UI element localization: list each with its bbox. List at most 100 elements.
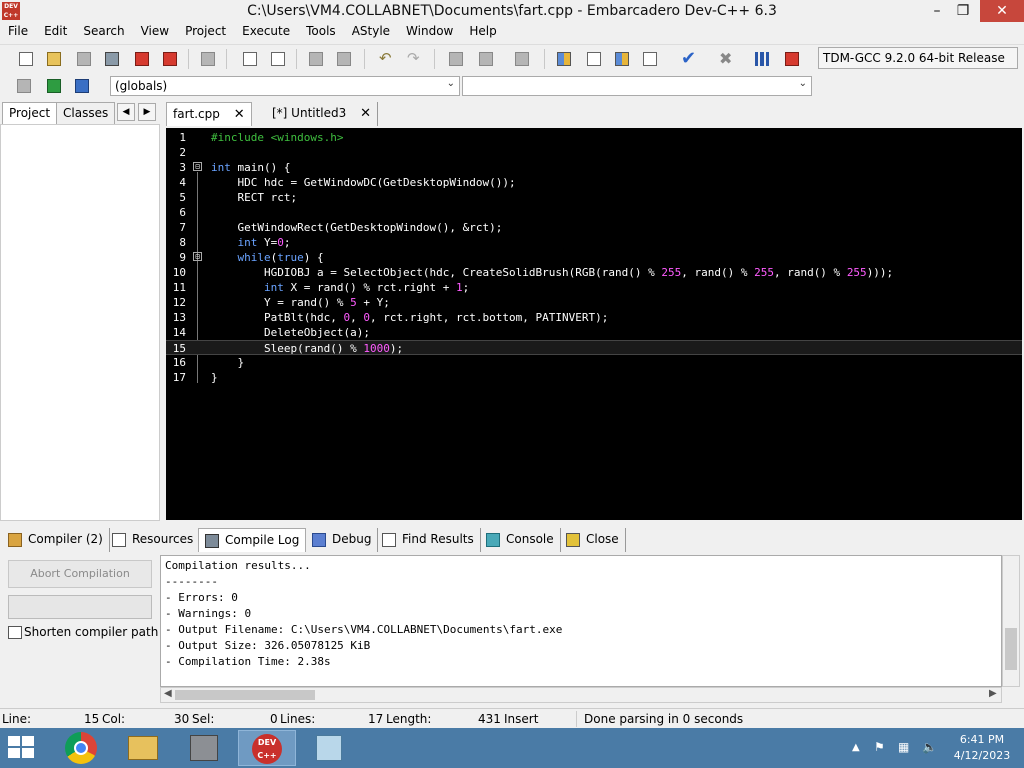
info-button[interactable]: [72, 76, 92, 96]
code-line[interactable]: 4 HDC hdc = GetWindowDC(GetDesktopWindow…: [166, 175, 1022, 190]
code-line[interactable]: 5 RECT rct;: [166, 190, 1022, 205]
project-panel[interactable]: [0, 124, 160, 521]
clock[interactable]: 6:41 PM 4/12/2023: [944, 732, 1020, 764]
menu-execute[interactable]: Execute: [234, 22, 298, 42]
tab-find-results[interactable]: Find Results: [376, 528, 481, 552]
tab-compiler[interactable]: Compiler (2): [2, 528, 110, 552]
maximize-button[interactable]: ❐: [946, 0, 980, 22]
devcpp-taskbar-button[interactable]: DEV C++: [238, 730, 296, 766]
goto-bookmark-button[interactable]: [476, 49, 496, 69]
menu-help[interactable]: Help: [461, 22, 504, 42]
menu-astyle[interactable]: AStyle: [344, 22, 398, 42]
find-button[interactable]: [240, 49, 260, 69]
save-all-button[interactable]: [102, 49, 122, 69]
code-line[interactable]: 12 Y = rand() % 5 + Y;: [166, 295, 1022, 310]
tab-next-button[interactable]: ▶: [138, 103, 156, 121]
editor-tab-untitled3[interactable]: [*] Untitled3 ✕: [266, 102, 379, 126]
class-browser-button[interactable]: [612, 49, 632, 69]
shorten-paths-checkbox[interactable]: [8, 626, 22, 639]
debug-run-button[interactable]: [782, 49, 802, 69]
flag-icon[interactable]: ⚑: [874, 740, 885, 754]
scroll-right-icon[interactable]: ▶: [989, 688, 997, 699]
code-line[interactable]: 3 ⊟ int main() {: [166, 160, 1022, 175]
scope-select[interactable]: (globals) ⌄: [110, 76, 460, 96]
indent-button[interactable]: [306, 49, 326, 69]
code-line[interactable]: 17}: [166, 370, 1022, 385]
code-line[interactable]: 10 HGDIOBJ a = SelectObject(hdc, CreateS…: [166, 265, 1022, 280]
menu-search[interactable]: Search: [75, 22, 132, 42]
new-project-button[interactable]: [554, 49, 574, 69]
compiler-select[interactable]: TDM-GCC 9.2.0 64-bit Release: [818, 47, 1018, 69]
tab-debug[interactable]: Debug: [306, 528, 379, 552]
member-select[interactable]: ⌄: [462, 76, 812, 96]
scrollbar-thumb[interactable]: [1005, 628, 1017, 670]
tab-resources[interactable]: Resources: [106, 528, 201, 552]
redo-button[interactable]: ↷: [404, 49, 424, 69]
insert-button[interactable]: [14, 76, 34, 96]
tab-compile-log[interactable]: Compile Log: [198, 528, 307, 552]
notepad-taskbar-button[interactable]: [300, 730, 358, 766]
menu-file[interactable]: File: [0, 22, 36, 42]
unindent-button[interactable]: [334, 49, 354, 69]
editor-tab-fart-cpp[interactable]: fart.cpp ✕: [166, 102, 252, 126]
tab-prev-button[interactable]: ◀: [117, 103, 135, 121]
code-line[interactable]: 15 Sleep(rand() % 1000);: [166, 340, 1022, 355]
tab-classes[interactable]: Classes: [56, 102, 116, 124]
code-token: )));: [866, 266, 894, 279]
chrome-icon-center: [74, 741, 88, 755]
abort-compilation-button[interactable]: Abort Compilation: [8, 560, 152, 588]
installer-taskbar-button[interactable]: [176, 730, 234, 766]
close-all-button[interactable]: [160, 49, 180, 69]
goto-line-button[interactable]: [512, 49, 532, 69]
close-file-button[interactable]: [132, 49, 152, 69]
profile-button[interactable]: [752, 49, 772, 69]
layout-button[interactable]: [584, 49, 604, 69]
explorer-taskbar-button[interactable]: [114, 730, 172, 766]
undo-button[interactable]: ↶: [376, 49, 396, 69]
tab-project[interactable]: Project: [2, 102, 58, 124]
replace-button[interactable]: [268, 49, 288, 69]
fold-toggle-icon[interactable]: ⊟: [193, 252, 202, 261]
chrome-taskbar-button[interactable]: [52, 730, 110, 766]
open-button[interactable]: [44, 49, 64, 69]
new-file-button[interactable]: [16, 49, 36, 69]
syntax-check-button[interactable]: ✔: [678, 49, 698, 69]
code-line[interactable]: 2: [166, 145, 1022, 160]
fold-toggle-icon[interactable]: ⊟: [193, 162, 202, 171]
stop-button[interactable]: ✖: [716, 49, 736, 69]
menu-edit[interactable]: Edit: [36, 22, 75, 42]
code-line[interactable]: 9 ⊟ while(true) {: [166, 250, 1022, 265]
tab-console[interactable]: Console: [480, 528, 561, 552]
menu-tools[interactable]: Tools: [298, 22, 344, 42]
code-line[interactable]: 16 }: [166, 355, 1022, 370]
close-window-button[interactable]: ✕: [980, 0, 1024, 22]
close-tab-icon[interactable]: ✕: [234, 107, 245, 122]
print-button[interactable]: [198, 49, 218, 69]
log-horizontal-scrollbar[interactable]: ◀ ▶: [160, 687, 1002, 703]
compile-log-output[interactable]: Compilation results... -------- - Errors…: [160, 555, 1002, 687]
add-button[interactable]: [44, 76, 64, 96]
start-button[interactable]: [8, 736, 36, 760]
code-line[interactable]: 14 DeleteObject(a);: [166, 325, 1022, 340]
volume-icon[interactable]: 🔈: [922, 740, 937, 754]
log-vertical-scrollbar[interactable]: [1002, 555, 1020, 687]
code-line[interactable]: 1 #include <windows.h>: [166, 130, 1022, 145]
save-button[interactable]: [74, 49, 94, 69]
code-editor[interactable]: 1 #include <windows.h> 2 3 ⊟ int main() {4 HD…: [166, 128, 1022, 520]
menu-view[interactable]: View: [133, 22, 177, 42]
tab-close[interactable]: Close: [560, 528, 626, 552]
tray-expand-icon[interactable]: ▲: [852, 742, 860, 753]
scroll-left-icon[interactable]: ◀: [164, 688, 172, 699]
code-line[interactable]: 13 PatBlt(hdc, 0, 0, rct.right, rct.bott…: [166, 310, 1022, 325]
code-line[interactable]: 11 int X = rand() % rct.right + 1;: [166, 280, 1022, 295]
fullscreen-button[interactable]: [640, 49, 660, 69]
close-tab-icon[interactable]: ✕: [360, 106, 371, 121]
toggle-bookmark-button[interactable]: [446, 49, 466, 69]
menu-window[interactable]: Window: [398, 22, 461, 42]
menu-project[interactable]: Project: [177, 22, 234, 42]
scrollbar-thumb[interactable]: [175, 690, 315, 700]
code-line[interactable]: 7 GetWindowRect(GetDesktopWindow(), &rct…: [166, 220, 1022, 235]
network-icon[interactable]: ▦: [898, 740, 909, 754]
code-line[interactable]: 8 int Y=0;: [166, 235, 1022, 250]
code-line[interactable]: 6: [166, 205, 1022, 220]
